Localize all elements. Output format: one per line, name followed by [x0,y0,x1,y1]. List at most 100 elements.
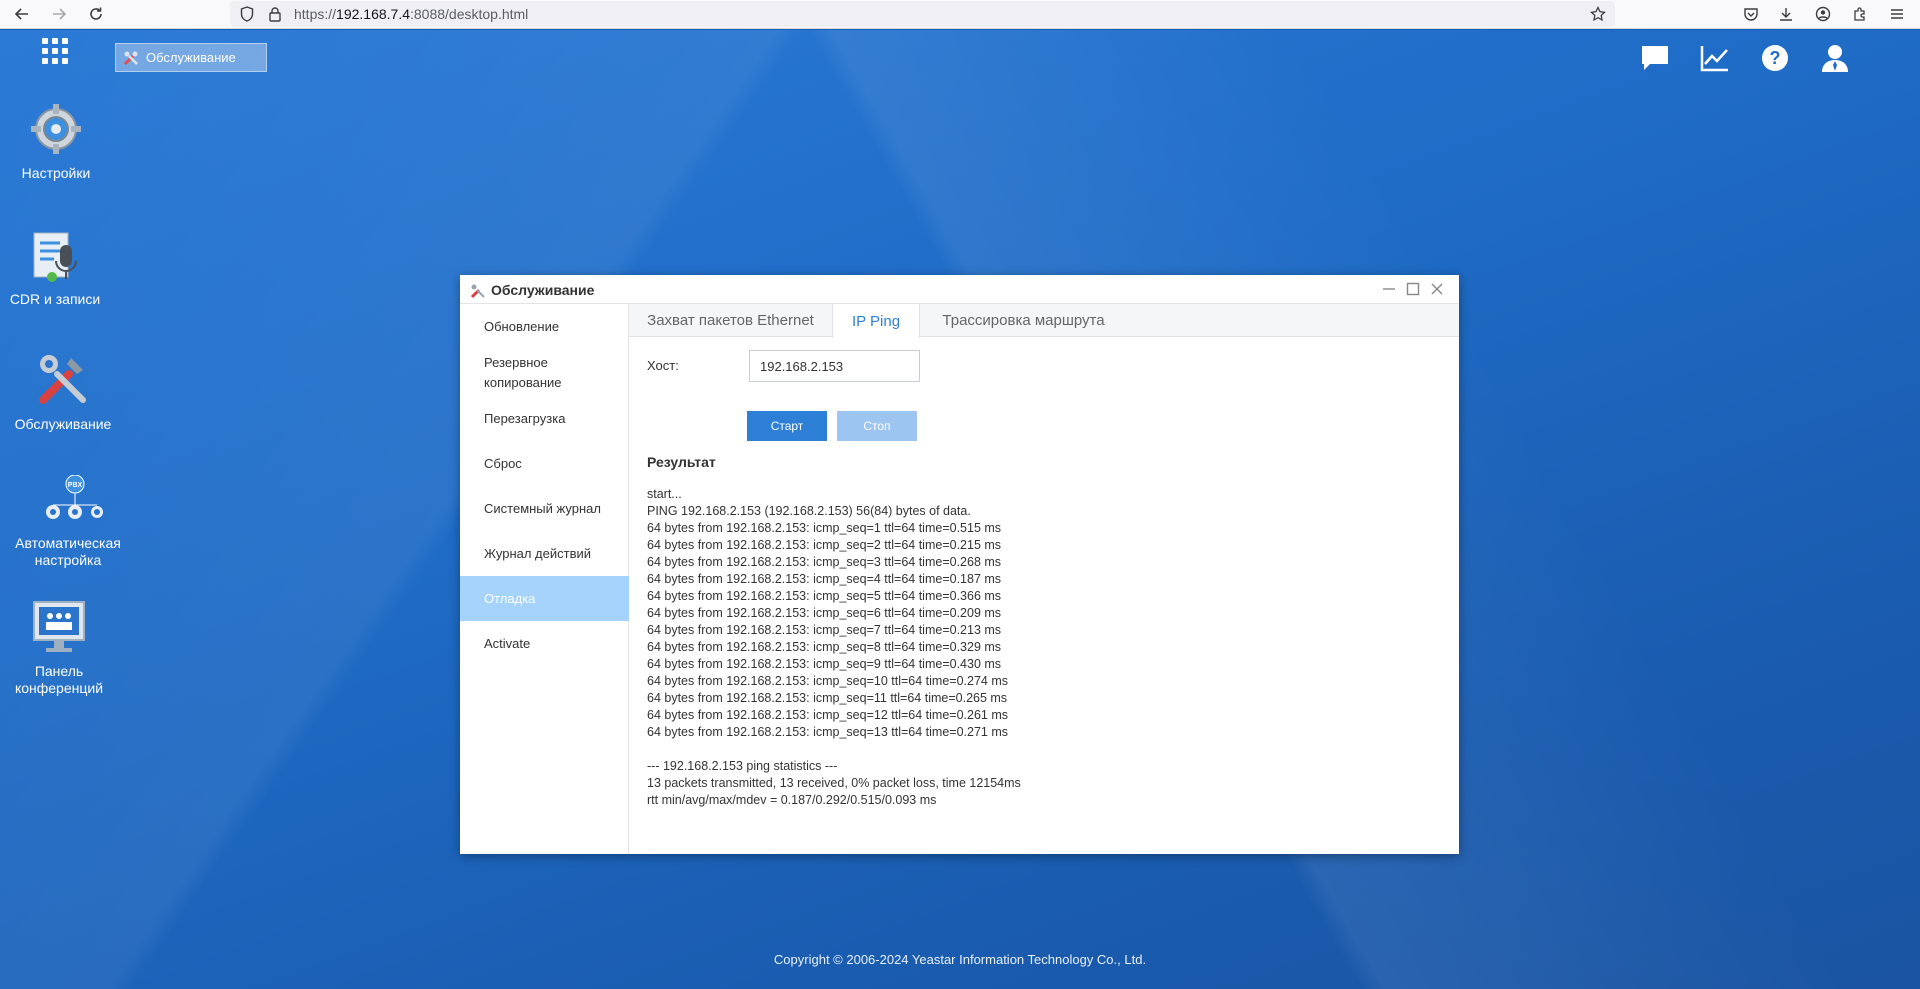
nav-item-label: Журнал действий [484,546,592,561]
desktop-icon-autoprovisioning[interactable]: PBX Автоматическая настройка [13,475,123,569]
desktop-icon-conference[interactable]: Панель конференций [4,597,114,697]
chat-icon[interactable] [1638,41,1672,75]
desktop-icon-label: Обслуживание [14,416,112,432]
nav-item-label: Обновление [484,319,560,334]
gear-icon [26,99,86,159]
pbx-badge: PBX [68,482,83,489]
desktop-icon-label: Автоматическая настройка [15,535,121,568]
menu-icon[interactable] [1886,3,1908,25]
taskbar-item-maintenance[interactable]: Обслуживание [115,43,267,72]
stop-button[interactable]: Стоп [837,411,917,441]
output-line: 64 bytes from 192.168.2.153: icmp_seq=2 … [647,538,1002,552]
pbx-phones-icon: PBX [33,475,103,535]
tab-bar: Захват пакетов Ethernet IP Ping Трассиро… [629,304,1459,338]
output-line: 64 bytes from 192.168.2.153: icmp_seq=8 … [647,640,1002,654]
url-host: 192.168.7.4 [336,6,410,22]
nav-item-label: Отладка [484,591,536,606]
maximize-icon[interactable] [1405,281,1421,297]
svg-text:?: ? [1770,48,1781,68]
nav-item-reboot[interactable]: Перезагрузка [460,396,629,441]
host-input[interactable] [749,350,920,382]
output-line: 64 bytes from 192.168.2.153: icmp_seq=5 … [647,589,1002,603]
desktop-icon-label: CDR и записи [9,291,101,307]
cdr-recordings-icon [25,225,85,285]
nav-item-backup[interactable]: Резервное копирование [460,350,629,395]
forward-arrow-icon[interactable] [48,3,70,25]
desktop-icon-settings[interactable]: Настройки [1,99,111,182]
nav-item-label: Резервное копирование [484,354,562,390]
desktop-icon-label: Панель конференций [14,663,104,696]
window-titlebar[interactable]: Обслуживание [460,275,1459,304]
nav-item-label: Перезагрузка [484,411,566,426]
pocket-icon[interactable] [1740,3,1762,25]
url-path: :8088/desktop.html [410,6,529,22]
tab-label: Трассировка маршрута [942,312,1105,329]
output-line: 64 bytes from 192.168.2.153: icmp_seq=10… [647,674,1008,688]
tab-label: Захват пакетов Ethernet [647,312,814,329]
output-line: 64 bytes from 192.168.2.153: icmp_seq=7 … [647,623,1002,637]
lock-icon[interactable] [266,5,284,23]
nav-item-operation-log[interactable]: Журнал действий [460,531,629,576]
close-icon[interactable] [1429,281,1445,297]
nav-item-reset[interactable]: Сброс [460,441,629,486]
output-line: 64 bytes from 192.168.2.153: icmp_seq=13… [647,725,1008,739]
reload-icon[interactable] [85,3,107,25]
app-grid-icon[interactable] [42,38,68,64]
url-scheme: https:// [294,6,337,22]
host-label: Хост: [647,358,679,373]
output-line: 13 packets transmitted, 13 received, 0% … [647,776,1021,790]
downloads-icon[interactable] [1775,3,1797,25]
minimize-icon[interactable] [1381,281,1397,297]
desktop-icon-cdr[interactable]: CDR и записи [0,225,110,308]
output-line: 64 bytes from 192.168.2.153: icmp_seq=6 … [647,606,1002,620]
tab-traceroute[interactable]: Трассировка маршрута [920,304,1127,337]
taskbar-item-label: Обслуживание [146,50,236,65]
output-line: 64 bytes from 192.168.2.153: icmp_seq=9 … [647,657,1002,671]
start-button[interactable]: Старт [747,411,827,441]
tab-ip-ping[interactable]: IP Ping [832,304,920,338]
side-nav: Обновление Резервное копирование Перезаг… [460,304,629,854]
tools-icon [470,284,485,299]
nav-item-label: Системный журнал [484,501,601,516]
output-line: --- 192.168.2.153 ping statistics --- [647,759,838,773]
ping-panel: Хост: Старт Стоп Результат start... PING… [629,337,1459,854]
url-text[interactable]: https://192.168.7.4:8088/desktop.html [294,6,528,22]
result-title: Результат [647,454,716,470]
desktop-icon-maintenance[interactable]: Обслуживание [8,350,118,433]
chart-icon[interactable] [1698,41,1732,75]
nav-item-system-log[interactable]: Системный журнал [460,486,629,531]
tools-icon [33,350,93,410]
output-line: 64 bytes from 192.168.2.153: icmp_seq=11… [647,691,1008,705]
user-icon[interactable] [1818,41,1852,75]
conference-panel-icon [29,597,89,657]
back-arrow-icon[interactable] [11,3,33,25]
nav-item-activate[interactable]: Activate [460,621,629,666]
nav-item-update[interactable]: Обновление [460,304,629,349]
tools-icon [123,51,138,65]
output-line: 64 bytes from 192.168.2.153: icmp_seq=3 … [647,555,1002,569]
desktop: Обслуживание ? Настройки CDR и записи Об… [0,30,1920,989]
extensions-icon[interactable] [1849,3,1871,25]
nav-item-debug[interactable]: Отладка [460,576,629,621]
nav-item-label: Activate [484,636,531,651]
window-title: Обслуживание [491,282,595,298]
bookmark-star-icon[interactable] [1589,5,1607,23]
desktop-icon-label: Настройки [21,165,91,181]
copyright-text: Copyright © 2006-2024 Yeastar Informatio… [773,952,1147,967]
shield-icon[interactable] [238,5,256,23]
help-icon[interactable]: ? [1758,41,1792,75]
ping-output: start... PING 192.168.2.153 (192.168.2.1… [647,486,1427,809]
address-bar[interactable]: https://192.168.7.4:8088/desktop.html [230,1,1615,27]
output-line: PING 192.168.2.153 (192.168.2.153) 56(84… [647,504,971,518]
output-line: rtt min/avg/max/mdev = 0.187/0.292/0.515… [647,793,937,807]
browser-toolbar: https://192.168.7.4:8088/desktop.html [0,0,1920,29]
tab-label: IP Ping [851,312,901,330]
tab-ethernet-capture[interactable]: Захват пакетов Ethernet [629,304,832,337]
output-line: 64 bytes from 192.168.2.153: icmp_seq=1 … [647,521,1002,535]
nav-item-label: Сброс [484,456,522,471]
output-line: start... [647,487,682,501]
account-icon[interactable] [1812,3,1834,25]
maintenance-window: Обслуживание Обновление Резервное копиро… [460,275,1459,854]
output-line: 64 bytes from 192.168.2.153: icmp_seq=4 … [647,572,1002,586]
